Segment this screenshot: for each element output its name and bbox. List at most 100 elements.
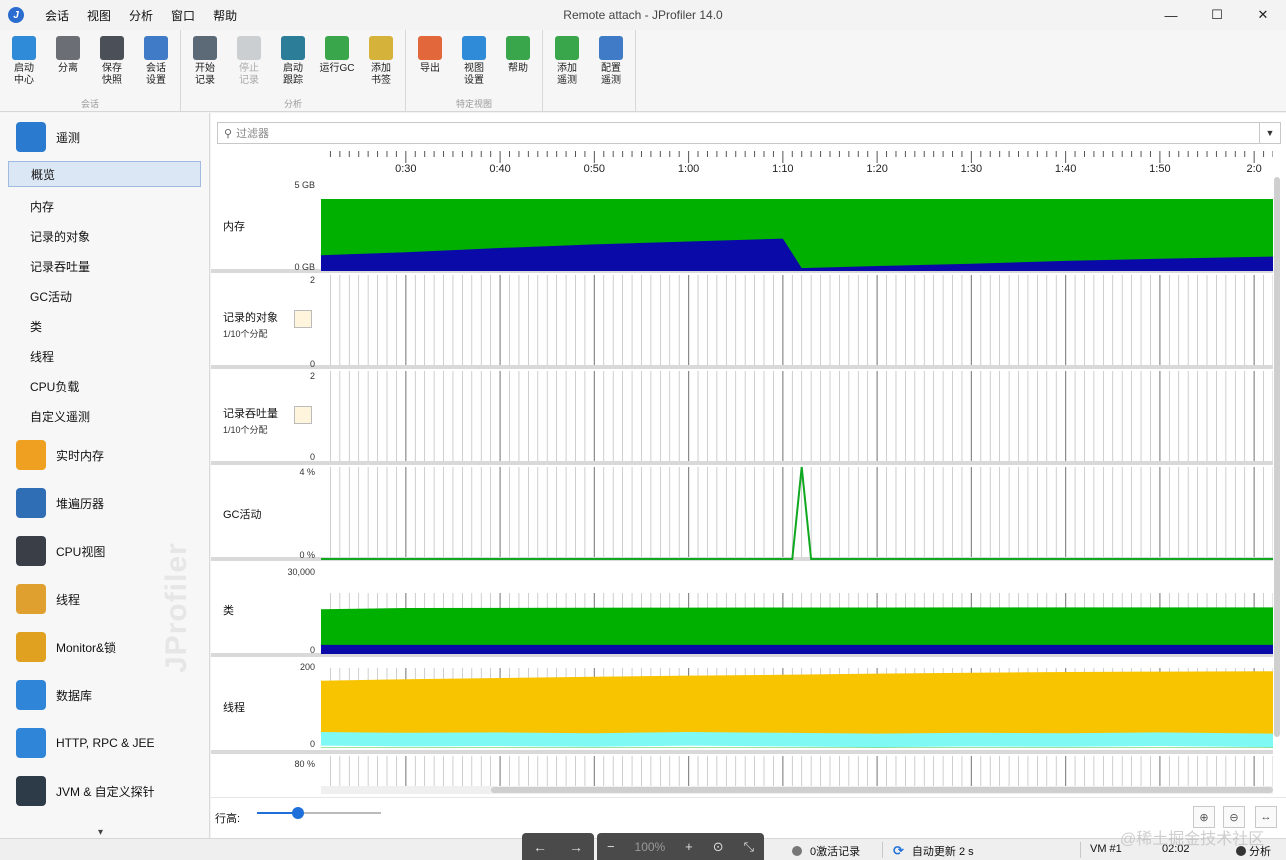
timeline-tick-label: 2:0 [1247, 163, 1262, 175]
toolbar-button-label: 视图 设置 [464, 63, 484, 86]
vertical-scrollbar[interactable] [1273, 177, 1281, 797]
sidebar-item-telemetry[interactable]: 记录吞吐量 [0, 251, 209, 281]
toolbar-group: 开始 记录 停止 记录 启动 跟踪 运行GC 添加 书签 分析 [181, 30, 406, 112]
row-separator [211, 750, 1273, 754]
site-watermark: @稀土掘金技术社区 [1120, 825, 1264, 849]
sidebar-item-telemetry[interactable]: 类 [0, 311, 209, 341]
configure-telemetry-button[interactable]: 配置 遥测 [589, 30, 633, 112]
sidebar-section-telemetry[interactable]: 遥测 [0, 113, 209, 161]
sidebar-item-telemetry[interactable]: 线程 [0, 341, 209, 371]
run-gc-icon [325, 36, 349, 60]
sidebar-item-telemetry[interactable]: 概览 [8, 161, 201, 187]
row-label[interactable]: GC活动 [223, 506, 262, 522]
timeline-tick-label: 0:50 [584, 163, 605, 175]
sidebar-scroll-more-icon[interactable]: ▾ [98, 827, 103, 838]
menu-window[interactable]: 窗口 [162, 7, 204, 24]
menu-help[interactable]: 帮助 [204, 7, 246, 24]
auto-update-text: 自动更新 2 s [911, 846, 974, 858]
horizontal-scrollbar[interactable] [321, 786, 1273, 794]
toolbar-button-label: 运行GC [319, 63, 355, 74]
sidebar-item-telemetry[interactable]: CPU负载 [0, 371, 209, 401]
sidebar-item-telemetry[interactable]: 记录的对象 [0, 221, 209, 251]
forward-button[interactable]: → [569, 839, 583, 855]
sync-icon: ⟳ [893, 843, 904, 858]
save-snapshot-icon [100, 36, 124, 60]
sidebar-section-label: HTTP, RPC & JEE [56, 736, 155, 750]
collapse-icon[interactable]: ⤡ [744, 839, 754, 855]
globe-icon [16, 728, 46, 758]
sidebar-section[interactable]: 数据库 [0, 671, 209, 719]
toolbar-group-name: 特定视图 [455, 99, 492, 109]
vertical-scroll-thumb[interactable] [1274, 177, 1280, 737]
toolbar-group: 导出 视图 设置 帮助 特定视图 [406, 30, 543, 112]
cpu-views-icon [16, 536, 46, 566]
telemetry-charts[interactable]: 0:30 0:40 0:50 1:00 1:10 1:20 1:30 1:40 1:50 2:0 [211, 113, 1273, 786]
sidebar-item-telemetry[interactable]: 内存 [0, 191, 209, 221]
toolbar-button-label: 导出 [420, 63, 440, 74]
sidebar-section-label: 遥测 [56, 130, 81, 145]
toolbar: 启动 中心 分离 保存 快照 会话 设置 会话 开始 记录 停止 记录 启动 跟踪 运行GC 添加… [0, 30, 1286, 112]
row-separator [211, 365, 1273, 369]
recording-dot-icon [792, 846, 802, 856]
sidebar-section[interactable]: JVM & 自定义探针 [0, 767, 209, 815]
timeline-tick-label: 1:00 [678, 163, 699, 175]
sidebar-section[interactable]: HTTP, RPC & JEE [0, 719, 209, 767]
row-height-slider[interactable] [257, 807, 381, 819]
start-recording-icon [193, 36, 217, 60]
y-axis-min-label: 0 [309, 739, 315, 749]
live-memory-icon [16, 440, 46, 470]
row-sublabel: 1/10个分配 [223, 329, 268, 339]
menu-session[interactable]: 会话 [36, 7, 78, 24]
toolbar-button-label: 停止 记录 [239, 63, 259, 86]
toolbar-button-label: 配置 遥测 [601, 63, 621, 86]
maximize-button[interactable]: ☐ [1194, 0, 1240, 30]
row-height-slider-knob[interactable] [291, 807, 304, 819]
vm-id-text: VM #1 [1090, 843, 1122, 855]
recording-settings-icon[interactable] [294, 310, 312, 328]
timeline-tick-label: 1:50 [1149, 163, 1170, 175]
jprofiler-app-icon[interactable]: J [8, 7, 24, 23]
menu-bar: 会话 视图 分析 窗口 帮助 [36, 7, 246, 24]
row-label[interactable]: 类 [223, 602, 234, 618]
close-button[interactable]: ✕ [1240, 0, 1286, 30]
heap-walker-icon [16, 488, 46, 518]
sidebar-section-label: 实时内存 [56, 448, 105, 463]
sidebar-section[interactable]: 堆遍历器 [0, 479, 209, 527]
start-tracking-icon [281, 36, 305, 60]
row-label[interactable]: 记录的对象 [223, 309, 278, 325]
horizontal-scroll-thumb[interactable] [491, 787, 1273, 793]
y-axis-max-label: 200 [299, 662, 315, 672]
menu-view[interactable]: 视图 [78, 7, 120, 24]
classes-base-area [321, 644, 1273, 654]
menu-profiling[interactable]: 分析 [120, 7, 162, 24]
threads-icon [16, 584, 46, 614]
row-label[interactable]: 内存 [223, 218, 245, 234]
toolbar-button-label: 开始 记录 [195, 63, 215, 86]
add-telemetry-button[interactable]: 添加 遥测 [545, 30, 589, 112]
window-controls: — ☐ ✕ [1148, 0, 1286, 30]
toolbar-group-name: 分析 [283, 99, 302, 109]
toolbar-button-label: 保存 快照 [102, 63, 122, 86]
zoom-out-icon[interactable]: − [607, 839, 615, 854]
back-button[interactable]: ← [533, 839, 547, 855]
vm-status: VM #1 [1090, 843, 1122, 855]
row-label[interactable]: 线程 [223, 699, 245, 715]
minimize-button[interactable]: — [1148, 0, 1194, 30]
y-axis-max-label: 2 [309, 275, 315, 285]
toolbar-button-label: 启动 中心 [14, 63, 34, 86]
title-bar: J 会话 视图 分析 窗口 帮助 Remote attach - JProfil… [0, 0, 1286, 30]
configure-telemetry-icon [599, 36, 623, 60]
sidebar-section-label: 堆遍历器 [56, 496, 105, 511]
row-label[interactable]: 记录吞吐量 [223, 405, 278, 421]
auto-update-status[interactable]: ⟳ 自动更新 2 s [893, 843, 974, 859]
sidebar-section[interactable]: 实时内存 [0, 431, 209, 479]
recording-settings-icon[interactable] [294, 406, 312, 424]
zoom-in-icon[interactable]: + [685, 839, 693, 854]
zoom-reset-icon[interactable]: ⊙ [713, 839, 724, 855]
sidebar-section-label: 线程 [56, 592, 81, 607]
recordings-status[interactable]: 0激活记录 [792, 843, 860, 859]
sidebar-section-label: 数据库 [56, 688, 93, 703]
sidebar-item-telemetry[interactable]: 自定义遥测 [0, 401, 209, 431]
sidebar-item-telemetry[interactable]: GC活动 [0, 281, 209, 311]
telemetry-icon [16, 122, 46, 152]
